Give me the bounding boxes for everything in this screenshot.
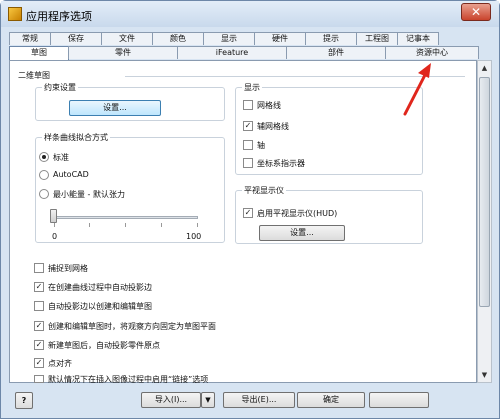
autoproject-curve-checkbox[interactable]: ✓ [34,282,44,292]
section-divider [125,76,465,77]
minor-grid-lines-label: 辅网格线 [257,122,289,131]
hud-group-title: 平视显示仪 [242,185,286,196]
slider-max-label: 100 [186,232,202,241]
spline-min-energy-radio[interactable] [39,189,49,199]
slider-tick [197,223,198,227]
tab-prompts[interactable]: 提示 [305,32,357,45]
import-dropdown-button[interactable]: ▼ [201,392,215,408]
axes-label: 轴 [257,141,265,150]
display-group-title: 显示 [242,82,262,93]
minor-grid-lines-checkbox[interactable]: ✓ [243,121,253,131]
hud-settings-button[interactable]: 设置... [259,225,345,241]
tab-row-2: 草图 零件 iFeature 部件 资源中心 [9,46,479,61]
tab-sketch[interactable]: 草图 [9,46,69,61]
coordinate-indicator-label: 坐标系指示器 [257,159,305,168]
window-title: 应用程序选项 [26,10,92,23]
app-icon [8,7,22,21]
grid-lines-checkbox[interactable] [243,100,253,110]
section-title: 二维草图 [18,71,50,80]
autoproject-edges-checkbox[interactable] [34,301,44,311]
link-images-label: 默认情况下在插入图像过程中启用“链接”选项 [48,375,209,383]
tab-ifeature[interactable]: iFeature [177,46,287,59]
spline-fit-group-title: 样条曲线拟合方式 [42,132,110,143]
spline-min-energy-label: 最小能量 - 默认张力 [53,190,125,199]
tab-assembly[interactable]: 部件 [286,46,386,59]
point-alignment-label: 点对齐 [48,359,72,368]
enable-hud-label: 启用平视显示仪(HUD) [257,209,338,218]
slider-tick [54,223,55,227]
cancel-button[interactable] [369,392,429,408]
tab-hardware[interactable]: 硬件 [254,32,306,45]
spline-standard-label: 标准 [53,153,69,162]
coordinate-indicator-checkbox[interactable] [243,158,253,168]
autoproject-origin-label: 新建草图后，自动投影零件原点 [48,341,160,350]
point-alignment-checkbox[interactable]: ✓ [34,358,44,368]
tab-part[interactable]: 零件 [68,46,178,59]
link-images-checkbox[interactable] [34,375,44,383]
look-at-sketch-plane-checkbox[interactable]: ✓ [34,321,44,331]
close-button[interactable]: ✕ [461,3,491,21]
tab-drawing[interactable]: 工程图 [356,32,398,45]
autoproject-curve-label: 在创建曲线过程中自动投影边 [48,283,152,292]
tab-save[interactable]: 保存 [50,32,102,45]
grid-lines-label: 网格线 [257,101,281,110]
constraint-settings-button[interactable]: 设置... [69,100,161,116]
axes-checkbox[interactable] [243,140,253,150]
slider-tick [161,223,162,227]
slider-tick [89,223,90,227]
spline-autocad-label: AutoCAD [53,170,89,179]
tab-file[interactable]: 文件 [101,32,153,45]
tab-colors[interactable]: 颜色 [152,32,204,45]
dialog-footer: ? 导入(I)... ▼ 导出(E)... 确定 [1,384,499,418]
ok-button[interactable]: 确定 [297,392,365,408]
enable-hud-checkbox[interactable]: ✓ [243,208,253,218]
scroll-down-icon[interactable]: ▼ [478,368,491,382]
snap-to-grid-checkbox[interactable] [34,263,44,273]
tension-slider-thumb[interactable] [50,209,57,223]
help-icon: ? [21,396,27,405]
tab-general[interactable]: 常规 [9,32,51,45]
dropdown-arrow-icon: ▼ [205,396,211,404]
title-bar: 应用程序选项 ✕ [1,1,499,27]
tab-row-1: 常规 保存 文件 颜色 显示 硬件 提示 工程图 记事本 [9,32,439,45]
look-at-sketch-plane-label: 创建和编辑草图时，将观察方向固定为草图平面 [48,322,216,331]
app-options-window: 应用程序选项 ✕ 常规 保存 文件 颜色 显示 硬件 提示 工程图 记事本 草图… [0,0,500,419]
autoproject-origin-checkbox[interactable]: ✓ [34,340,44,350]
slider-min-label: 0 [52,232,58,241]
tab-display[interactable]: 显示 [203,32,255,45]
scroll-thumb[interactable] [479,77,490,307]
vertical-scrollbar[interactable]: ▲ ▼ [477,60,492,383]
import-button[interactable]: 导入(I)... [141,392,201,408]
tab-notebook[interactable]: 记事本 [397,32,439,45]
tab-content-center[interactable]: 资源中心 [385,46,479,59]
autoproject-edges-label: 自动投影边以创建和编辑草图 [48,302,152,311]
tension-slider-track [52,216,198,219]
spline-standard-radio[interactable] [39,152,49,162]
scroll-up-icon[interactable]: ▲ [478,61,491,75]
slider-tick [125,223,126,227]
help-button[interactable]: ? [15,392,33,409]
close-icon: ✕ [470,5,482,19]
constraint-group-title: 约束设置 [42,82,78,93]
snap-to-grid-label: 捕捉到网格 [48,264,88,273]
spline-autocad-radio[interactable] [39,170,49,180]
export-button[interactable]: 导出(E)... [223,392,295,408]
